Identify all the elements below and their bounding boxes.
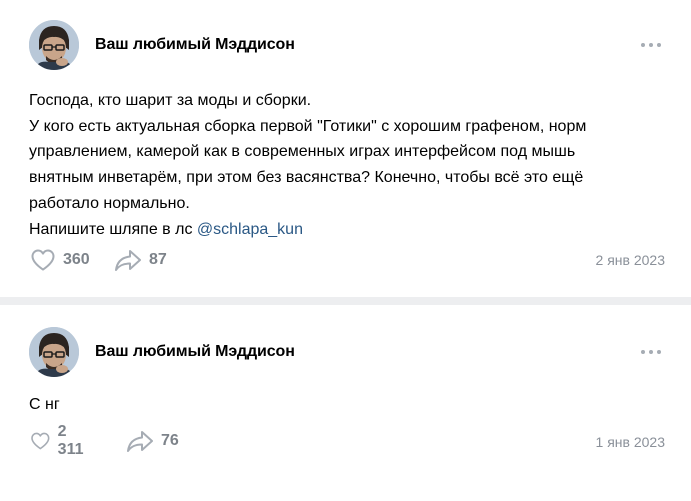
post-text-line: Господа, кто шарит за моды и сборки. <box>29 92 312 109</box>
post-text-line: работало нормально. <box>29 194 190 212</box>
like-button[interactable]: 360 <box>30 248 90 272</box>
avatar[interactable] <box>29 327 79 377</box>
share-arrow-icon <box>115 250 141 271</box>
author-name[interactable]: Ваш любимый Мэддисон <box>95 343 295 361</box>
share-count: 87 <box>149 251 167 268</box>
more-dots-icon <box>641 350 645 354</box>
more-options-button[interactable] <box>641 347 661 357</box>
post-date[interactable]: 2 янв 2023 <box>596 252 665 268</box>
share-button[interactable]: 87 <box>114 248 167 272</box>
mention-link[interactable]: @schlapa_kun <box>197 221 303 238</box>
post-text-line: У кого есть актуальная сборка первой "Го… <box>29 117 587 135</box>
post-date[interactable]: 1 янв 2023 <box>596 434 665 450</box>
heart-icon <box>31 249 55 271</box>
post-card: Ваш любимый Мэддисон С нг 2 311 76 1 янв… <box>0 305 691 501</box>
post-text-prefix: Напишите шляпе в лс <box>29 220 197 238</box>
avatar[interactable] <box>29 20 79 70</box>
heart-icon <box>31 432 50 450</box>
post-text: С нг <box>29 392 669 418</box>
more-dots-icon <box>641 43 645 47</box>
like-count: 2 311 <box>57 423 84 458</box>
feed: Ваш любимый Мэддисон Господа, кто шарит … <box>0 0 691 501</box>
like-count: 360 <box>63 251 90 268</box>
like-button[interactable]: 2 311 <box>30 423 89 458</box>
post-text-line: С нг <box>29 396 60 413</box>
post-text: Господа, кто шарит за моды и сборки. У к… <box>29 88 669 242</box>
more-options-button[interactable] <box>641 40 661 50</box>
share-arrow-icon <box>127 431 153 452</box>
post-text-line: Напишите шляпе в лс @schlapa_kun <box>29 217 669 243</box>
post-text-line: внятным инветарём, при этом без васянств… <box>29 169 584 187</box>
author-name[interactable]: Ваш любимый Мэддисон <box>95 36 295 54</box>
post-card: Ваш любимый Мэддисон Господа, кто шарит … <box>0 0 691 297</box>
share-count: 76 <box>161 432 179 449</box>
post-text-line: управлением, камерой как в современных и… <box>29 143 576 161</box>
share-button[interactable]: 76 <box>126 429 179 453</box>
